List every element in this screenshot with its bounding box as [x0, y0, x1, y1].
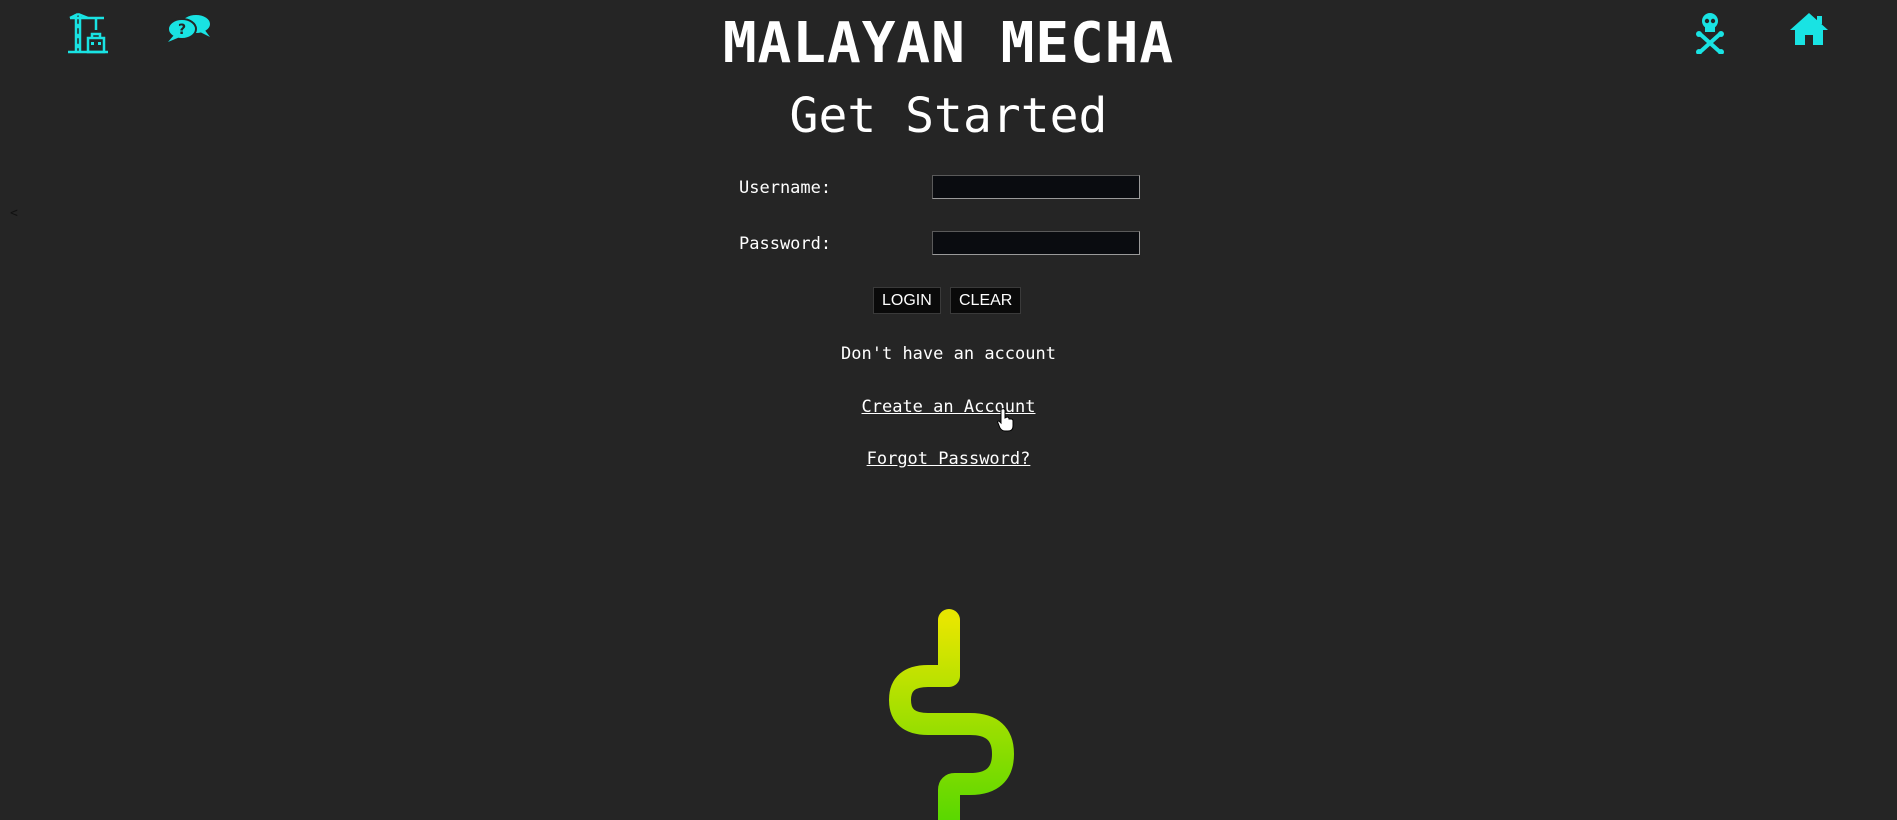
- clear-button[interactable]: CLEAR: [950, 287, 1022, 314]
- page-subtitle: Get Started: [789, 88, 1108, 144]
- brand-title: MALAYAN MECHA: [722, 11, 1175, 76]
- username-input[interactable]: [932, 175, 1140, 199]
- create-account-link[interactable]: Create an Account: [862, 397, 1036, 417]
- password-label: Password:: [739, 234, 832, 254]
- username-label: Username:: [739, 178, 832, 198]
- create-account-row: Create an Account: [0, 397, 1897, 417]
- forgot-password-link[interactable]: Forgot Password?: [867, 449, 1031, 469]
- snake-logo: [880, 606, 1040, 820]
- no-account-text: Don't have an account: [841, 344, 1056, 364]
- back-arrow[interactable]: <: [10, 206, 18, 221]
- forgot-password-row: Forgot Password?: [0, 449, 1897, 469]
- password-input[interactable]: [932, 231, 1140, 255]
- login-button[interactable]: LOGIN: [873, 287, 941, 314]
